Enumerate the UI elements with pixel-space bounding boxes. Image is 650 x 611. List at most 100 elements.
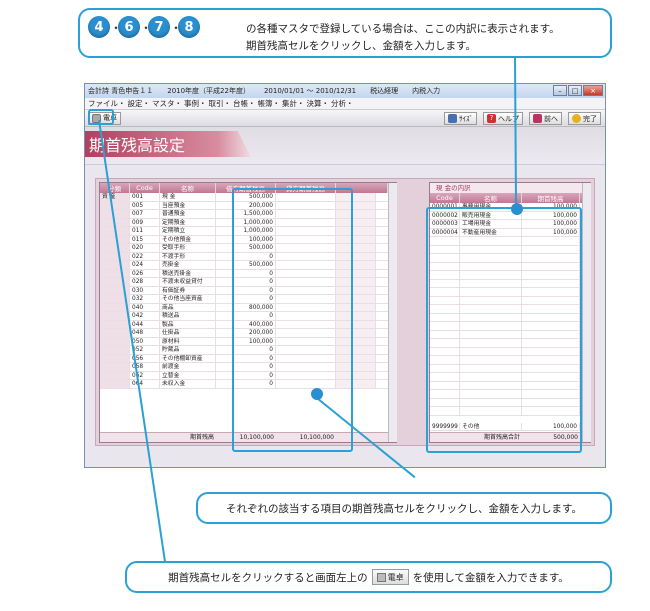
item-balance[interactable] (522, 339, 580, 347)
menu-transactions[interactable]: 取引・ (209, 98, 232, 109)
item-balance[interactable] (522, 279, 580, 287)
list-item[interactable]: 0000002 販売用現金 100,000 (430, 211, 590, 220)
menu-settings[interactable]: 設定・ (128, 98, 151, 109)
row-credit-balance[interactable] (276, 320, 336, 328)
row-credit-balance[interactable] (276, 295, 336, 303)
calculator-button[interactable]: 電卓 (88, 111, 121, 125)
row-credit-balance[interactable] (276, 354, 336, 362)
table-row[interactable]: 028 不渡未収益貸付 0 (100, 278, 396, 287)
table-row[interactable]: 062立替金0 (100, 371, 396, 380)
table-row[interactable]: 020 受取手形 500,000 (100, 244, 396, 253)
item-balance[interactable] (522, 322, 580, 330)
item-balance[interactable] (522, 364, 580, 372)
item-balance[interactable] (522, 296, 580, 304)
table-row[interactable]: 032 その他当座資産 0 (100, 295, 396, 304)
minimize-icon[interactable]: – (553, 85, 567, 96)
list-item[interactable] (430, 254, 590, 263)
menu-ledger[interactable]: 台帳・ (233, 98, 256, 109)
item-balance[interactable] (522, 347, 580, 355)
list-item[interactable] (430, 288, 590, 297)
item-balance[interactable] (522, 407, 580, 415)
list-item[interactable] (430, 356, 590, 365)
row-debit-balance[interactable]: 0 (216, 371, 276, 379)
list-item[interactable] (430, 390, 590, 399)
item-balance[interactable] (522, 305, 580, 313)
row-credit-balance[interactable] (276, 227, 336, 235)
table-row[interactable]: 007 普通預金 1,500,000 (100, 210, 396, 219)
list-item[interactable] (430, 271, 590, 280)
list-item[interactable] (430, 398, 590, 407)
table-row[interactable]: 015 その他預金 100,000 (100, 235, 396, 244)
row-credit-balance[interactable] (276, 235, 336, 243)
item-balance[interactable]: 100,000 (522, 203, 580, 211)
list-item[interactable] (430, 407, 590, 416)
table-row[interactable]: 040 商品 800,000 (100, 303, 396, 312)
table-row[interactable]: 064未収入金0 (100, 380, 396, 389)
item-balance[interactable] (522, 237, 580, 245)
row-debit-balance[interactable]: 0 (216, 363, 276, 371)
table-row[interactable]: 044 製品 400,000 (100, 320, 396, 329)
table-row[interactable]: 資 産001現 金500,000 (100, 193, 396, 202)
table-row[interactable]: 056 その他棚卸資産 0 (100, 354, 396, 363)
row-debit-balance[interactable]: 1,500,000 (216, 210, 276, 218)
item-balance[interactable] (522, 254, 580, 262)
prev-button[interactable]: 前へ (529, 112, 562, 125)
list-item[interactable]: 0000004 不動産用現金 100,000 (430, 228, 590, 237)
row-credit-balance[interactable] (276, 303, 336, 311)
row-credit-balance[interactable] (276, 371, 336, 379)
row-debit-balance[interactable]: 100,000 (216, 337, 276, 345)
breakdown-scrollbar[interactable] (582, 183, 591, 442)
list-item[interactable] (430, 262, 590, 271)
item-balance[interactable] (522, 313, 580, 321)
item-balance[interactable] (522, 398, 580, 406)
row-debit-balance[interactable]: 400,000 (216, 320, 276, 328)
list-item[interactable] (430, 279, 590, 288)
row-credit-balance[interactable] (276, 244, 336, 252)
row-credit-balance[interactable] (276, 218, 336, 226)
done-button[interactable]: 完了 (568, 112, 601, 125)
close-icon[interactable]: × (583, 85, 603, 96)
list-item[interactable] (430, 313, 590, 322)
row-debit-balance[interactable]: 0 (216, 354, 276, 362)
row-credit-balance[interactable] (276, 312, 336, 320)
item-balance[interactable] (522, 271, 580, 279)
breakdown-other-row[interactable]: 9999999 その他 100,000 (430, 422, 581, 431)
row-credit-balance[interactable] (276, 261, 336, 269)
row-debit-balance[interactable]: 500,000 (216, 244, 276, 252)
table-row[interactable]: 050 原材料 100,000 (100, 337, 396, 346)
row-credit-balance[interactable] (276, 329, 336, 337)
list-item[interactable] (430, 245, 590, 254)
item-balance[interactable] (522, 288, 580, 296)
list-item[interactable] (430, 339, 590, 348)
menu-books[interactable]: 帳簿・ (258, 98, 281, 109)
list-item[interactable] (430, 305, 590, 314)
table-row[interactable]: 048 仕掛品 200,000 (100, 329, 396, 338)
row-debit-balance[interactable]: 0 (216, 380, 276, 388)
table-row[interactable]: 024 売掛金 500,000 (100, 261, 396, 270)
row-debit-balance[interactable]: 800,000 (216, 303, 276, 311)
row-credit-balance[interactable] (276, 201, 336, 209)
row-credit-balance[interactable] (276, 286, 336, 294)
list-item[interactable] (430, 347, 590, 356)
item-balance[interactable]: 100,000 (522, 220, 580, 228)
list-item[interactable] (430, 237, 590, 246)
item-balance[interactable]: 100,000 (522, 228, 580, 236)
row-credit-balance[interactable] (276, 346, 336, 354)
menu-summary[interactable]: 集計・ (282, 98, 305, 109)
table-row[interactable]: 030 有価証券 0 (100, 286, 396, 295)
list-item[interactable] (430, 381, 590, 390)
maximize-icon[interactable]: □ (568, 85, 582, 96)
row-debit-balance[interactable]: 200,000 (216, 201, 276, 209)
item-balance[interactable] (522, 356, 580, 364)
item-balance[interactable]: 100,000 (522, 211, 580, 219)
menu-master[interactable]: マスタ・ (152, 98, 182, 109)
row-debit-balance[interactable]: 0 (216, 346, 276, 354)
list-item[interactable] (430, 330, 590, 339)
list-item[interactable] (430, 364, 590, 373)
row-credit-balance[interactable] (276, 193, 336, 201)
list-item[interactable] (430, 373, 590, 382)
row-credit-balance[interactable] (276, 252, 336, 260)
table-row[interactable]: 052 貯蔵品 0 (100, 346, 396, 355)
list-item[interactable]: 0000003 工場用現金 100,000 (430, 220, 590, 229)
list-item[interactable]: 0000001 事務用現金 100,000 (430, 203, 590, 212)
